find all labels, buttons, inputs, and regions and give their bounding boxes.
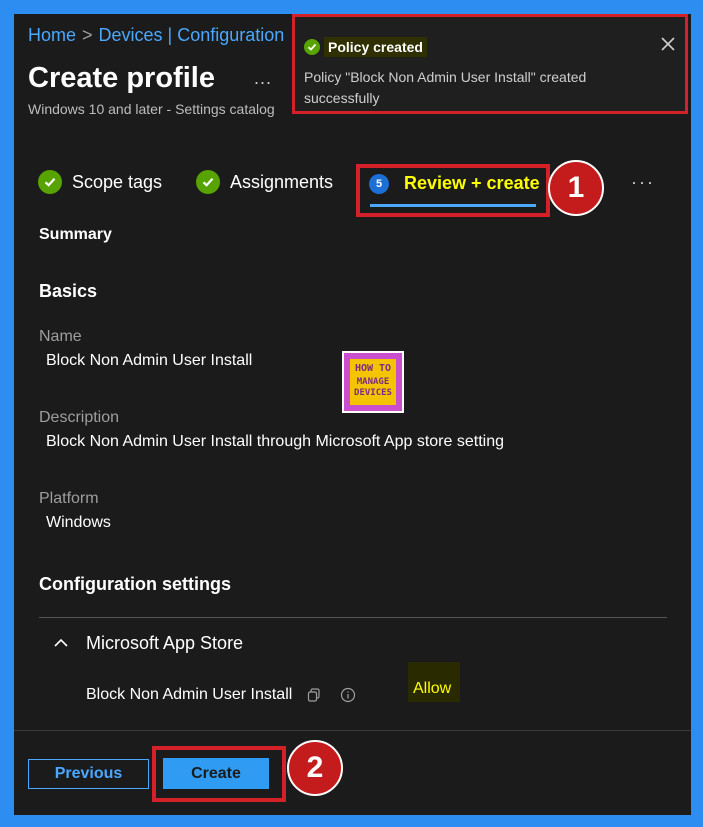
step-label: Scope tags xyxy=(72,171,163,192)
summary-heading: Summary xyxy=(39,226,112,243)
step-label: Review + create xyxy=(404,173,540,193)
breadcrumb-separator: > xyxy=(82,25,93,45)
name-value: Block Non Admin User Install xyxy=(46,352,253,369)
more-options-button[interactable]: ... xyxy=(254,68,272,89)
description-value: Block Non Admin User Install through Mic… xyxy=(46,433,504,450)
platform-label: Platform xyxy=(39,490,99,507)
create-profile-panel: Home > Devices | Configuration Create prof… xyxy=(14,14,691,815)
name-label: Name xyxy=(39,328,82,345)
toast-message: Policy "Block Non Admin User Install" cr… xyxy=(304,69,587,106)
create-button[interactable]: Create xyxy=(163,758,269,789)
configuration-settings-heading: Configuration settings xyxy=(39,574,231,594)
toast-title: Policy created xyxy=(324,37,427,57)
page-title: Create profile xyxy=(28,62,215,94)
breadcrumb: Home > Devices | Configuration xyxy=(28,25,284,46)
step-assignments[interactable]: Assignments xyxy=(196,170,333,194)
footer-divider xyxy=(14,730,691,731)
step-number-badge: 5 xyxy=(369,173,389,194)
category-microsoft-app-store[interactable]: Microsoft App Store xyxy=(86,633,243,654)
info-icon[interactable] xyxy=(340,687,356,703)
step-scope-tags[interactable]: Scope tags xyxy=(38,170,162,194)
logo-line-1: HOW TO xyxy=(354,363,392,374)
basics-heading: Basics xyxy=(39,281,98,301)
chevron-up-icon[interactable] xyxy=(52,634,70,652)
section-divider xyxy=(39,617,667,618)
toast-header: Policy created xyxy=(304,37,427,57)
annotation-marker-2: 2 xyxy=(287,740,343,796)
setting-value: Allow xyxy=(413,680,452,697)
breadcrumb-devices-configuration[interactable]: Devices | Configuration xyxy=(99,25,285,45)
howto-manage-devices-logo: HOW TO MANAGE DEVICES xyxy=(342,351,404,413)
step-label: Assignments xyxy=(230,171,334,192)
active-step-underline xyxy=(370,204,536,207)
platform-value: Windows xyxy=(46,514,111,531)
setting-name: Block Non Admin User Install xyxy=(86,686,293,703)
setting-row: Block Non Admin User Install xyxy=(86,686,356,704)
close-icon[interactable] xyxy=(659,35,677,53)
check-circle-icon xyxy=(38,170,62,194)
logo-line-2: MANAGE DEVICES xyxy=(354,377,392,398)
breadcrumb-home[interactable]: Home xyxy=(28,25,76,45)
copy-icon[interactable] xyxy=(306,687,322,703)
check-circle-icon xyxy=(196,170,220,194)
previous-button[interactable]: Previous xyxy=(28,759,149,789)
description-label: Description xyxy=(39,409,120,426)
success-check-icon xyxy=(304,39,320,55)
policy-created-toast: Policy created Policy "Block Non Admin U… xyxy=(292,14,688,114)
steps-overflow-button[interactable]: ··· xyxy=(631,172,655,193)
annotation-marker-1: 1 xyxy=(548,160,604,216)
page-subtitle: Windows 10 and later - Settings catalog xyxy=(28,101,275,117)
step-review-create[interactable]: 5 Review + create xyxy=(369,173,540,194)
